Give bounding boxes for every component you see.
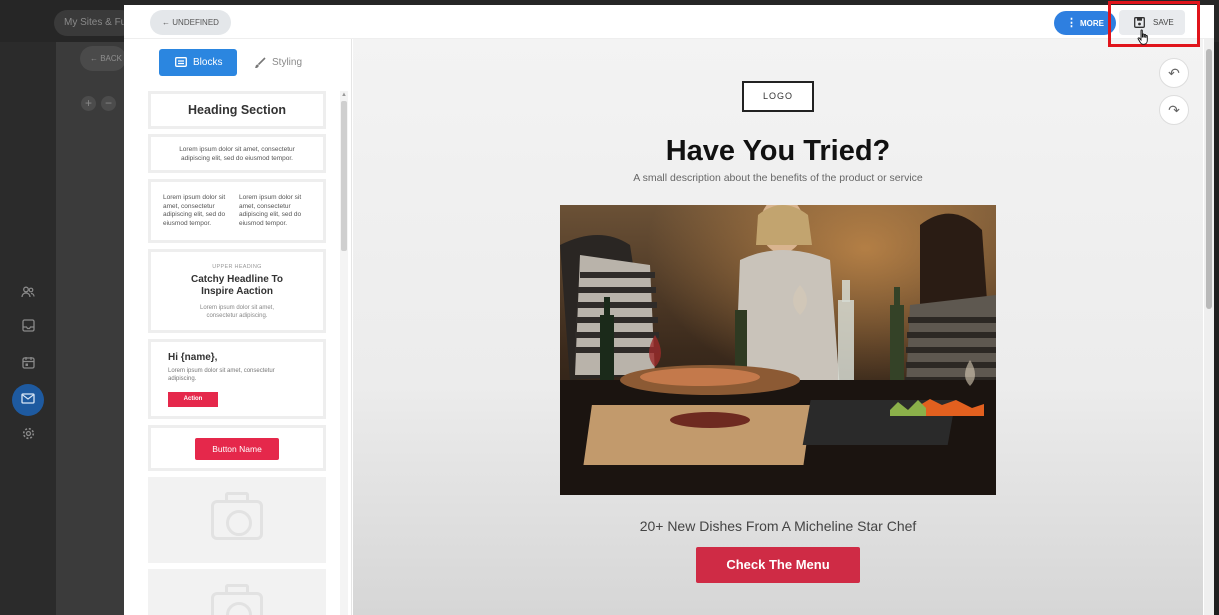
contacts-icon[interactable]: [14, 280, 42, 308]
back-button[interactable]: ← BACK: [80, 46, 126, 71]
email-canvas[interactable]: LOGO Have You Tried? A small description…: [353, 39, 1203, 615]
hand-cursor-icon: [1137, 29, 1149, 50]
builder-toolbar: ← UNDEFINED ⋮ MORE SAVE: [124, 5, 1214, 39]
email-subdescription[interactable]: A small description about the benefits o…: [582, 172, 974, 184]
breadcrumb[interactable]: My Sites & Funnels: [54, 10, 134, 36]
blocks-panel: Blocks Styling ▲ Heading Section Lorem i…: [124, 39, 352, 615]
block-heading-section[interactable]: Heading Section: [148, 91, 326, 129]
block-image[interactable]: [148, 477, 326, 563]
canvas-scrollbar-thumb[interactable]: [1206, 49, 1212, 309]
video-camera-icon: [211, 592, 263, 615]
tab-blocks[interactable]: Blocks: [159, 49, 237, 76]
check-menu-button[interactable]: Check The Menu: [696, 547, 860, 583]
logo-placeholder[interactable]: LOGO: [742, 81, 814, 112]
email-headline[interactable]: Have You Tried?: [582, 135, 974, 168]
block-heading-text: Heading Section: [188, 103, 286, 117]
block-action-button: Action: [168, 392, 218, 407]
camera-icon: [211, 500, 263, 540]
tab-styling-label: Styling: [272, 57, 303, 68]
inbox-icon[interactable]: [14, 314, 42, 342]
settings-gear-icon[interactable]: [14, 422, 42, 450]
block-video[interactable]: [148, 569, 326, 615]
zoom-in-button[interactable]: +: [81, 96, 96, 111]
blocks-icon: [175, 57, 187, 67]
tab-styling[interactable]: Styling: [254, 49, 324, 76]
email-tagline[interactable]: 20+ New Dishes From A Micheline Star Che…: [582, 518, 974, 534]
more-label: MORE: [1080, 19, 1104, 28]
email-icon[interactable]: [12, 384, 44, 416]
zoom-out-button[interactable]: −: [101, 96, 116, 111]
brush-icon: [255, 57, 266, 69]
more-button[interactable]: ⋮ MORE: [1054, 11, 1116, 35]
block-upper-heading: UPPER HEADING: [212, 264, 262, 270]
email-builder-window: ← UNDEFINED ⋮ MORE SAVE Blocks Styling ▲ …: [124, 5, 1214, 615]
tab-blocks-label: Blocks: [193, 57, 223, 68]
redo-icon[interactable]: ↷: [1159, 95, 1189, 125]
calendar-icon[interactable]: [14, 351, 42, 379]
block-catchy-subtext: Lorem ipsum dolor sit amet, consectetur …: [199, 305, 275, 319]
panel-scrollbar-thumb[interactable]: [341, 101, 347, 251]
block-greeting-action[interactable]: Hi {name}, Lorem ipsum dolor sit amet, c…: [148, 339, 326, 419]
block-catchy-headline[interactable]: UPPER HEADING Catchy Headline To Inspire…: [148, 249, 326, 333]
block-button-preview: Button Name: [195, 438, 279, 460]
blocks-list: Heading Section Lorem ipsum dolor sit am…: [148, 91, 326, 615]
background-main: [56, 42, 126, 615]
block-column-right-text: Lorem ipsum dolor sit amet, consectetur …: [239, 194, 302, 227]
hero-image-dinner-party[interactable]: [560, 205, 996, 495]
more-vertical-icon: ⋮: [1066, 17, 1077, 29]
block-greeting-text: Hi {name},: [168, 352, 218, 363]
block-paragraph[interactable]: Lorem ipsum dolor sit amet, consectetur …: [148, 134, 326, 173]
block-paragraph-text: Lorem ipsum dolor sit amet, consectetur …: [179, 146, 295, 162]
block-catchy-text: Catchy Headline To Inspire Aaction: [190, 274, 284, 297]
block-column-left-text: Lorem ipsum dolor sit amet, consectetur …: [163, 194, 226, 227]
block-button[interactable]: Button Name: [148, 425, 326, 471]
block-two-columns[interactable]: Lorem ipsum dolor sit amet, consectetur …: [148, 179, 326, 243]
save-highlight-annotation: [1108, 1, 1200, 47]
undo-icon[interactable]: ↶: [1159, 58, 1189, 88]
block-greeting-body: Lorem ipsum dolor sit amet, consectetur …: [168, 368, 275, 382]
scroll-up-arrow-icon[interactable]: ▲: [341, 92, 347, 98]
back-to-template-button[interactable]: ← UNDEFINED: [150, 10, 231, 35]
